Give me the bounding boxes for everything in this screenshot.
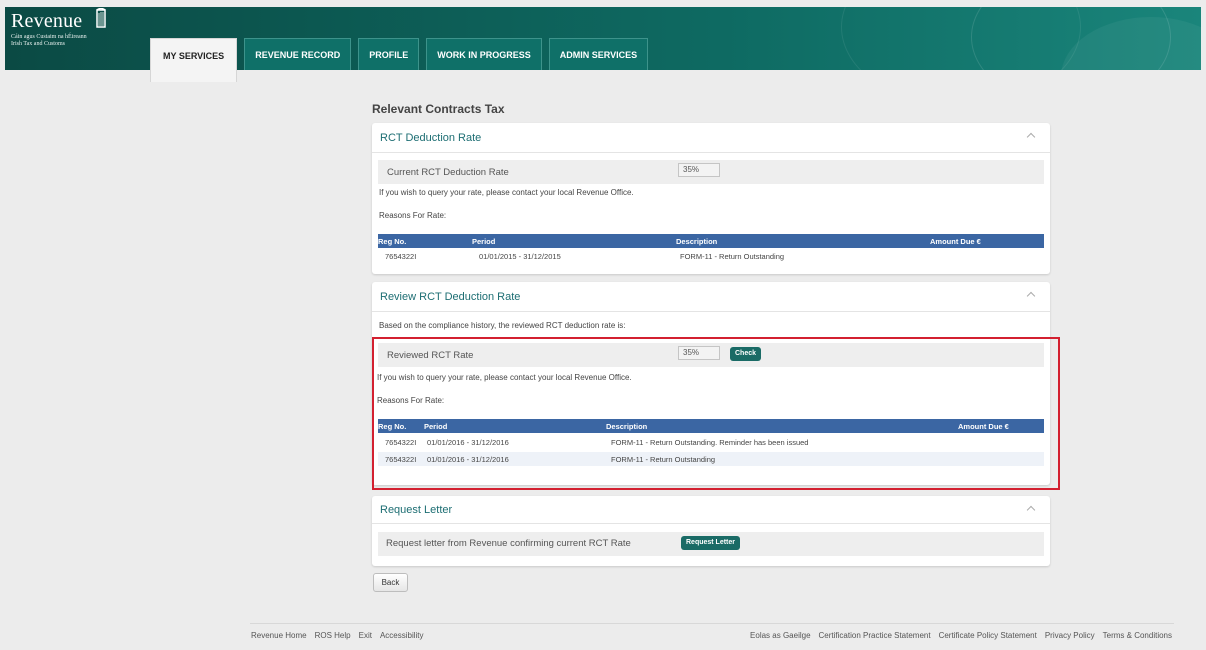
panel-title: Request Letter: [380, 503, 453, 516]
footer-link-ros-help[interactable]: ROS Help: [315, 631, 351, 640]
panel-title: Review RCT Deduction Rate: [380, 290, 521, 303]
reasons-label: Reasons For Rate:: [379, 211, 447, 220]
footer-link-eolas-as-gaeilge[interactable]: Eolas as Gaeilge: [750, 631, 810, 640]
footer-link-terms[interactable]: Terms & Conditions: [1103, 631, 1172, 640]
tab-my-services[interactable]: MY SERVICES: [150, 38, 238, 82]
chevron-up-icon[interactable]: [1026, 132, 1036, 142]
footer-link-revenue-home[interactable]: Revenue Home: [251, 631, 307, 640]
request-letter-button[interactable]: Request Letter: [681, 536, 741, 550]
main-nav: MY SERVICES REVENUE RECORD PROFILE WORK …: [150, 38, 649, 82]
revenue-logo[interactable]: Revenue Cáin agus Custaim na hÉireann Ir…: [11, 8, 106, 48]
logo-subtitle-english: Irish Tax and Customs: [11, 41, 65, 47]
row-period: 01/01/2015 - 31/12/2015: [479, 252, 561, 261]
rct-deduction-panel: RCT Deduction Rate Current RCT Deduction…: [372, 123, 1050, 274]
rct-deduction-header[interactable]: RCT Deduction Rate: [372, 123, 1050, 153]
panel-title: RCT Deduction Rate: [380, 131, 482, 144]
request-letter-header[interactable]: Request Letter: [372, 496, 1050, 524]
row-reg: 7654322I: [385, 252, 417, 261]
back-button[interactable]: Back: [373, 573, 408, 592]
current-rate-row: Current RCT Deduction Rate 35%: [378, 160, 1044, 184]
review-intro: Based on the compliance history, the rev…: [379, 321, 626, 330]
page-title: Relevant Contracts Tax: [372, 102, 505, 116]
col-description: Description: [676, 237, 718, 246]
footer-link-privacy-policy[interactable]: Privacy Policy: [1045, 631, 1095, 640]
tab-revenue-record[interactable]: REVENUE RECORD: [244, 38, 352, 70]
tab-work-in-progress[interactable]: WORK IN PROGRESS: [426, 38, 542, 70]
footer-link-certificate-policy[interactable]: Certificate Policy Statement: [939, 631, 1037, 640]
col-period: Period: [472, 237, 496, 246]
request-letter-row: Request letter from Revenue confirming c…: [378, 532, 1044, 556]
footer-divider: [250, 623, 1174, 624]
request-letter-panel: Request Letter Request letter from Reven…: [372, 496, 1050, 566]
tab-admin-services[interactable]: ADMIN SERVICES: [548, 38, 649, 70]
row-description: FORM-11 - Return Outstanding: [680, 252, 785, 261]
table-row: 7654322I 01/01/2015 - 31/12/2015 FORM-11…: [378, 249, 1044, 262]
site-header: Revenue Cáin agus Custaim na hÉireann Ir…: [0, 0, 1206, 82]
current-rate-value: 35%: [678, 163, 720, 177]
harp-icon: [96, 8, 106, 28]
reasons-table-header: Reg No. Period Description Amount Due €: [378, 234, 1044, 248]
review-rct-header[interactable]: Review RCT Deduction Rate: [372, 282, 1050, 312]
footer-links-left: Revenue Home ROS Help Exit Accessibility: [251, 631, 424, 640]
highlight-box: [372, 337, 1060, 490]
footer-links-right: Eolas as Gaeilge Certification Practice …: [750, 631, 1172, 640]
footer-link-exit[interactable]: Exit: [359, 631, 372, 640]
footer-link-accessibility[interactable]: Accessibility: [380, 631, 424, 640]
query-note: If you wish to query your rate, please c…: [379, 188, 634, 197]
chevron-up-icon[interactable]: [1026, 291, 1036, 301]
chevron-up-icon[interactable]: [1026, 505, 1036, 515]
request-letter-label: Request letter from Revenue confirming c…: [386, 538, 631, 549]
logo-title: Revenue: [11, 10, 83, 32]
col-amount-due: Amount Due €: [930, 237, 981, 246]
col-reg-no: Reg No.: [378, 237, 407, 246]
tab-profile[interactable]: PROFILE: [358, 38, 420, 70]
footer-link-certification-practice[interactable]: Certification Practice Statement: [819, 631, 931, 640]
logo-subtitle-irish: Cáin agus Custaim na hÉireann: [11, 34, 87, 40]
current-rate-label: Current RCT Deduction Rate: [387, 167, 509, 178]
